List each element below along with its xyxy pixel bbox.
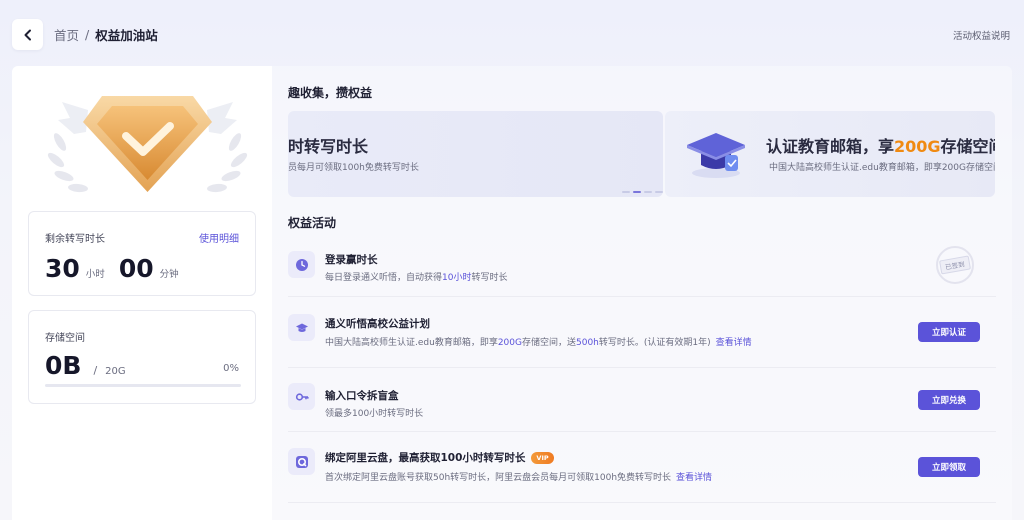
storage-used: 0B [45, 351, 82, 380]
usage-detail-link[interactable]: 使用明细 [199, 230, 239, 245]
collect-section-title: 趣收集，攒权益 [288, 86, 373, 100]
signed-in-stamp: 已签到 [936, 246, 974, 284]
activity-title: 登录赢时长 [325, 254, 378, 266]
storage-percent: 0% [223, 363, 239, 374]
activity-campus-program: 通义听悟高校公益计划 中国大陆高校师生认证.edu教育邮箱，即享200G存储空间… [288, 297, 996, 368]
activity-bind-aliyun-drive: 绑定阿里云盘，最高获取100小时转写时长 VIP 首次绑定阿里云盘账号获取50h转… [288, 432, 996, 503]
storage-total: 20G [105, 366, 126, 377]
hours-unit: 小时 [85, 269, 105, 280]
banner-transcription[interactable]: 时转写时长 员每月可领取100h免费转写时长 [288, 111, 663, 197]
activity-title: 绑定阿里云盘，最高获取100小时转写时长 VIP [325, 450, 554, 465]
minutes-value: 00 [118, 254, 154, 283]
banner-transcription-subtitle: 员每月可领取100h免费转写时长 [288, 163, 419, 173]
carousel-dot[interactable] [655, 191, 663, 193]
carousel-dot-active[interactable] [633, 191, 641, 193]
right-panel: 趣收集，攒权益 时转写时长 员每月可领取100h免费转写时长 认证教育邮箱，享2… [272, 66, 1012, 520]
carousel-dot[interactable] [644, 191, 652, 193]
left-panel: 剩余转写时长 使用明细 30 小时 00 分钟 存储空间 0B / 20G 0% [12, 66, 272, 520]
activities-section-title: 权益活动 [288, 216, 337, 230]
breadcrumb-separator: / [85, 27, 90, 42]
remaining-time-value: 30 小时 00 分钟 [45, 254, 187, 283]
claim-now-button[interactable]: 立即领取 [918, 457, 980, 477]
verify-now-button[interactable]: 立即认证 [918, 322, 980, 342]
banner-edu-title: 认证教育邮箱，享200G存储空间 [766, 137, 995, 156]
redeem-now-button[interactable]: 立即兑换 [918, 390, 980, 410]
activity-description: 领最多100小时转写时长 [325, 409, 424, 419]
diamond-badge-icon [47, 96, 248, 193]
activity-login-reward: 登录赢时长 每日登录通义听悟，自动获得10小时转写时长 已签到 [288, 238, 996, 297]
minutes-unit: 分钟 [159, 269, 179, 280]
activity-passcode-blindbox: 输入口令拆盲盒 领最多100小时转写时长 立即兑换 [288, 368, 996, 432]
page-header: 首页 / 权益加油站 活动权益说明 [0, 0, 1024, 66]
banner-edu-subtitle: 中国大陆高校师生认证.edu教育邮箱，即享200G存储空间 [769, 163, 995, 173]
storage-card: 存储空间 0B / 20G 0% [28, 310, 256, 404]
storage-title: 存储空间 [45, 333, 85, 344]
view-details-link[interactable]: 查看详情 [716, 338, 752, 348]
hours-value: 30 [45, 254, 80, 283]
banner-edu-email[interactable]: 认证教育邮箱，享200G存储空间 中国大陆高校师生认证.edu教育邮箱，即享20… [665, 111, 995, 197]
clock-icon [288, 251, 315, 278]
graduation-cap-icon [687, 133, 745, 178]
activity-title: 通义听悟高校公益计划 [325, 318, 430, 330]
chevron-left-icon [24, 29, 31, 40]
activity-description: 每日登录通义听悟，自动获得10小时转写时长 [325, 273, 508, 283]
breadcrumb-current: 权益加油站 [95, 28, 158, 43]
breadcrumb: 首页 / 权益加油站 [54, 25, 158, 44]
back-button[interactable] [12, 19, 43, 50]
activity-title: 输入口令拆盲盒 [325, 390, 399, 402]
breadcrumb-home[interactable]: 首页 [54, 25, 79, 44]
activity-description: 首次绑定阿里云盘账号获取50h转写时长，阿里云盘会员每月可领取100h免费转写时… [325, 473, 713, 483]
remaining-time-card: 剩余转写时长 使用明细 30 小时 00 分钟 [28, 211, 256, 296]
carousel-indicators [622, 191, 663, 193]
view-details-link[interactable]: 查看详情 [676, 473, 712, 483]
aliyun-drive-icon [288, 448, 315, 475]
storage-value: 0B / 20G [45, 351, 126, 380]
vip-badge: VIP [531, 451, 554, 464]
storage-slash: / [93, 364, 98, 377]
graduation-cap-icon [288, 314, 315, 341]
activity-description: 中国大陆高校师生认证.edu教育邮箱，即享200G存储空间，送500h转写时长。… [325, 338, 752, 348]
remaining-time-title: 剩余转写时长 [45, 234, 105, 245]
key-icon [288, 383, 315, 410]
storage-progress-bar [45, 384, 241, 387]
rights-description-link[interactable]: 活动权益说明 [953, 28, 1010, 42]
banner-transcription-title: 时转写时长 [288, 137, 369, 156]
carousel-dot[interactable] [622, 191, 630, 193]
